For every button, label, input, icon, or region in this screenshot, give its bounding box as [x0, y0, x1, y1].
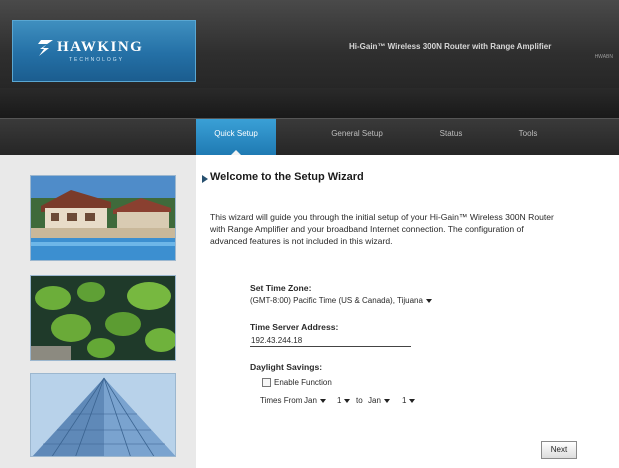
tab-general-setup[interactable]: General Setup — [312, 119, 402, 155]
to-month-value: Jan — [368, 396, 381, 405]
time-zone-value: (GMT-8:00) Pacific Time (US & Canada), T… — [250, 296, 423, 305]
sidebar-photos — [0, 155, 196, 468]
daylight-enable-label: Enable Function — [274, 378, 332, 387]
wizard-content: Welcome to the Setup Wizard This wizard … — [196, 155, 619, 468]
house-photo — [30, 175, 176, 261]
pond-photo — [30, 275, 176, 361]
title-arrow-icon — [202, 175, 208, 183]
wizard-intro: This wizard will guide you through the i… — [210, 212, 554, 246]
pond-image — [31, 276, 175, 360]
from-day-value: 1 — [337, 396, 342, 405]
header-banner: HAWKING TECHNOLOGY Hi-Gain™ Wireless 300… — [0, 0, 619, 118]
house-image — [31, 176, 175, 260]
router-setup-page: HAWKING TECHNOLOGY Hi-Gain™ Wireless 300… — [0, 0, 619, 468]
time-server-input[interactable]: 192.43.244.18 — [250, 335, 411, 347]
from-month-value: Jan — [304, 396, 317, 405]
chevron-down-icon — [409, 398, 416, 403]
tab-label: Quick Setup — [214, 129, 258, 138]
building-photo — [30, 373, 176, 457]
logo-subtext: TECHNOLOGY — [69, 57, 125, 63]
time-server-label: Time Server Address: — [250, 322, 339, 332]
to-label: to — [356, 396, 363, 405]
chevron-down-icon — [319, 398, 326, 403]
header-strip — [0, 88, 619, 118]
main-nav: Quick Setup General Setup Status Tools — [0, 118, 619, 156]
hawk-logo-icon — [38, 40, 53, 56]
from-month-select[interactable]: Jan — [304, 396, 326, 405]
daylight-savings-label: Daylight Savings: — [250, 362, 323, 372]
tab-tools[interactable]: Tools — [506, 119, 550, 155]
tab-label: General Setup — [331, 129, 383, 138]
building-image — [31, 374, 175, 456]
time-zone-label: Set Time Zone: — [250, 283, 312, 293]
tab-status[interactable]: Status — [426, 119, 476, 155]
to-month-select[interactable]: Jan — [368, 396, 390, 405]
to-day-select[interactable]: 1 — [402, 396, 416, 405]
next-button[interactable]: Next — [541, 441, 577, 459]
time-zone-select[interactable]: (GMT-8:00) Pacific Time (US & Canada), T… — [250, 296, 432, 305]
chevron-down-icon — [383, 398, 390, 403]
times-from-label: Times From — [260, 396, 303, 405]
tab-label: Tools — [518, 129, 538, 138]
chevron-down-icon — [425, 298, 432, 303]
tab-label: Status — [439, 129, 463, 138]
tab-quick-setup[interactable]: Quick Setup — [196, 119, 276, 156]
chevron-down-icon — [344, 398, 351, 403]
router-model: HWABN — [594, 54, 613, 60]
wizard-title: Welcome to the Setup Wizard — [210, 171, 364, 183]
daylight-enable-checkbox[interactable] — [262, 378, 271, 387]
logo-text: HAWKING — [57, 39, 144, 55]
hawking-logo: HAWKING TECHNOLOGY — [12, 20, 196, 82]
router-title: Hi-Gain™ Wireless 300N Router with Range… — [349, 42, 552, 51]
to-day-value: 1 — [402, 396, 407, 405]
from-day-select[interactable]: 1 — [337, 396, 351, 405]
